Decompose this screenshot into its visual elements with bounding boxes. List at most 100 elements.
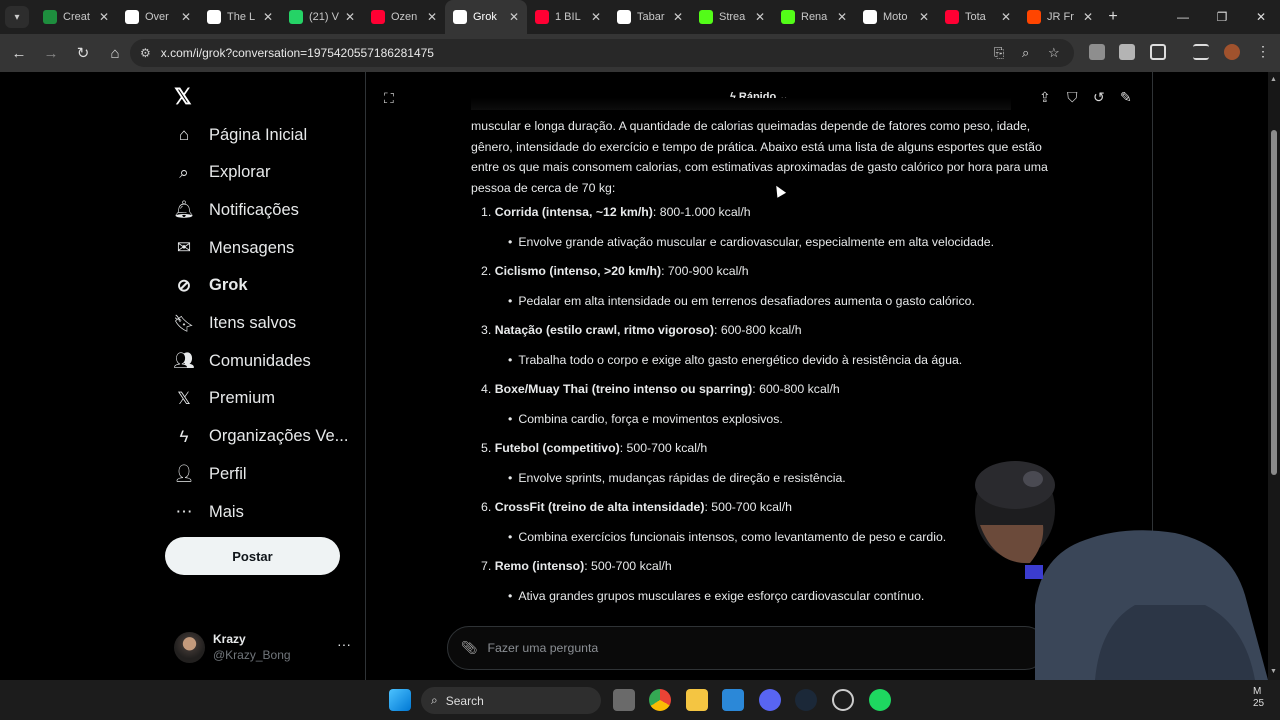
close-tab-icon[interactable]: ✕ — [671, 10, 685, 24]
extensions-puzzle-icon[interactable] — [1150, 44, 1166, 60]
share-icon[interactable]: ⇪ — [1039, 89, 1051, 106]
scrollbar-thumb[interactable] — [1271, 130, 1277, 475]
spotify-icon[interactable] — [869, 689, 891, 711]
browser-tab[interactable]: Tabar ✕ — [609, 0, 691, 34]
task-view-icon[interactable] — [613, 689, 635, 711]
browser-tab[interactable]: The L ✕ — [199, 0, 281, 34]
close-tab-icon[interactable]: ✕ — [261, 10, 275, 24]
discord-icon[interactable] — [759, 689, 781, 711]
close-tab-icon[interactable]: ✕ — [999, 10, 1013, 24]
browser-tab[interactable]: Strea ✕ — [691, 0, 773, 34]
scroll-down-icon[interactable]: ▼ — [1270, 668, 1277, 675]
tab-search-button[interactable]: ▾ — [5, 6, 29, 28]
sidebar-item-explore[interactable]: ⌕ Explorar — [172, 154, 270, 192]
expand-icon[interactable]: ⛶ — [384, 90, 394, 107]
sport-name: Corrida (intensa, ~12 km/h) — [494, 205, 653, 219]
close-tab-icon[interactable]: ✕ — [179, 10, 193, 24]
close-tab-icon[interactable]: ✕ — [425, 10, 439, 24]
bookmark-star-icon[interactable]: ☆ — [1048, 45, 1060, 61]
home-button[interactable]: ⌂ — [100, 38, 130, 68]
youtube-icon — [945, 10, 959, 24]
browser-tab[interactable]: Grok ✕ — [445, 0, 527, 34]
extension-icon[interactable] — [1089, 44, 1105, 60]
browser-tab[interactable]: Rena ✕ — [773, 0, 855, 34]
tab-title: Strea — [719, 11, 746, 23]
extension-icon[interactable] — [1119, 44, 1135, 60]
scroll-up-icon[interactable]: ▲ — [1270, 76, 1277, 83]
browser-tab[interactable]: (21) V ✕ — [281, 0, 363, 34]
page-scrollbar[interactable]: ▲ ▼ — [1268, 72, 1280, 680]
new-chat-icon[interactable]: ✎ — [1120, 89, 1132, 106]
list-number: 6. — [481, 500, 492, 514]
mail-icon: ✉ — [176, 238, 192, 258]
close-tab-icon[interactable]: ✕ — [835, 10, 849, 24]
tab-title: 1 BIL — [555, 11, 581, 23]
restore-button[interactable]: ❐ — [1203, 0, 1241, 34]
close-tab-icon[interactable]: ✕ — [343, 10, 357, 24]
sidebar-item-label: Perfil — [209, 464, 247, 483]
tab-title: Tabar — [637, 11, 665, 23]
history-icon[interactable]: ↺ — [1093, 89, 1105, 106]
browser-tab[interactable]: Tota ✕ — [937, 0, 1019, 34]
taskbar-search[interactable]: ⌕ Search — [421, 687, 601, 714]
windows-start-icon[interactable] — [389, 689, 411, 711]
back-button[interactable]: ← — [4, 38, 34, 68]
sidebar-item-communities[interactable]: 👥︎ Comunidades — [172, 342, 311, 380]
sidebar-item-grok[interactable]: ⊘ Grok — [172, 267, 248, 305]
minimize-button[interactable]: — — [1164, 0, 1202, 34]
list-detail: Combina cardio, força e movimentos explo… — [508, 412, 1108, 426]
close-tab-icon[interactable]: ✕ — [753, 10, 767, 24]
sidebar-item-messages[interactable]: ✉ Mensagens — [172, 229, 294, 267]
browser-tab[interactable]: Creat ✕ — [35, 0, 117, 34]
reload-button[interactable]: ↻ — [68, 38, 98, 68]
sidebar-item-label: Premium — [209, 389, 276, 408]
x-logo-icon[interactable]: 𝕏 — [174, 84, 192, 110]
chrome-taskbar-icon[interactable] — [649, 689, 671, 711]
site-info-icon[interactable]: ⚙ — [140, 46, 151, 60]
obs-icon[interactable] — [832, 689, 854, 711]
file-explorer-icon[interactable] — [686, 689, 708, 711]
tab-title: Ozen — [391, 11, 418, 23]
steam-icon[interactable] — [795, 689, 817, 711]
close-tab-icon[interactable]: ✕ — [1081, 10, 1095, 24]
sidebar-item-bookmarks[interactable]: 🔖︎ Itens salvos — [172, 305, 296, 343]
sidebar-item-notifications[interactable]: 🔔︎ Notificações — [172, 191, 299, 229]
more-icon[interactable]: ··· — [337, 636, 351, 652]
sidebar-item-home[interactable]: ⌂ Página Inicial — [172, 116, 307, 154]
store-icon[interactable] — [722, 689, 744, 711]
sidebar-item-more[interactable]: ⋯ Mais — [172, 493, 244, 531]
forward-button[interactable]: → — [36, 38, 66, 68]
ask-input-container: 📎︎ — [447, 626, 1047, 670]
chrome-menu-icon[interactable]: ⋮ — [1255, 44, 1271, 60]
sidebar-item-profile[interactable]: 👤︎ Perfil — [172, 455, 247, 493]
calorie-value: : 500-700 kcal/h — [619, 441, 708, 455]
browser-tab[interactable]: JR Fr ✕ — [1019, 0, 1101, 34]
sidebar-item-label: Mensagens — [209, 238, 295, 257]
ask-input[interactable] — [487, 641, 1028, 655]
close-tab-icon[interactable]: ✕ — [917, 10, 931, 24]
new-tab-button[interactable]: + — [1101, 8, 1125, 26]
close-window-button[interactable]: ✕ — [1242, 0, 1280, 34]
list-detail: Trabalha todo o corpo e exige alto gasto… — [508, 353, 1108, 367]
sidebar-item-organizations[interactable]: ϟ Organizações Ve... — [172, 418, 349, 456]
zoom-icon[interactable]: ⌕ — [1022, 45, 1029, 61]
account-switcher[interactable]: Krazy @Krazy_Bong ··· — [174, 630, 354, 664]
media-control-icon[interactable] — [1193, 44, 1209, 60]
bookmark-icon[interactable]: ⛉ — [1067, 89, 1078, 106]
browser-tab[interactable]: 1 BIL ✕ — [527, 0, 609, 34]
calorie-value: : 500-700 kcal/h — [584, 559, 672, 573]
browser-tab[interactable]: Over ✕ — [117, 0, 199, 34]
post-button[interactable]: Postar — [165, 537, 340, 575]
close-tab-icon[interactable]: ✕ — [589, 10, 603, 24]
sidebar-item-label: Página Inicial — [209, 125, 308, 144]
x-icon: 𝕏 — [177, 388, 191, 408]
address-bar[interactable]: ⚙ x.com/i/grok?conversation=197542055718… — [130, 39, 1074, 67]
browser-tab[interactable]: Ozen ✕ — [363, 0, 445, 34]
browser-tab[interactable]: Moto ✕ — [855, 0, 937, 34]
close-tab-icon[interactable]: ✕ — [97, 10, 111, 24]
sidebar-item-premium[interactable]: 𝕏 Premium — [172, 380, 275, 418]
attach-icon[interactable]: 📎︎ — [461, 640, 478, 656]
profile-avatar[interactable] — [1224, 44, 1240, 60]
install-app-icon[interactable]: ⎘ — [994, 45, 1004, 61]
close-tab-icon[interactable]: ✕ — [507, 10, 521, 24]
